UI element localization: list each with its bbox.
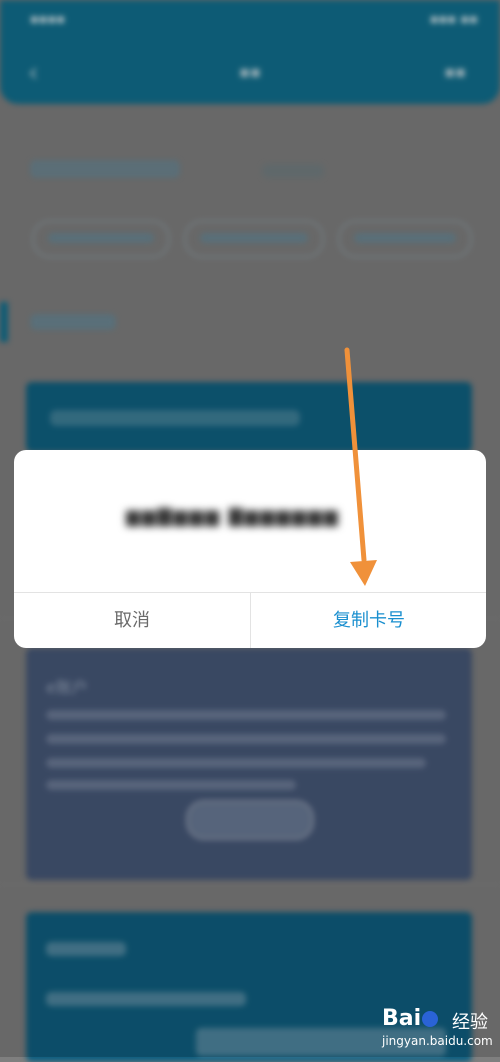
paw-icon [422,1011,439,1027]
watermark-url: jingyan.baidu.com [382,1034,493,1048]
baidu-jingyan-watermark: Bai 经验 jingyan.baidu.com [378,1000,496,1054]
annotation-arrow-icon [344,347,377,586]
watermark-logo: Bai [382,1006,439,1031]
watermark-brand: 经验 [452,1012,488,1033]
